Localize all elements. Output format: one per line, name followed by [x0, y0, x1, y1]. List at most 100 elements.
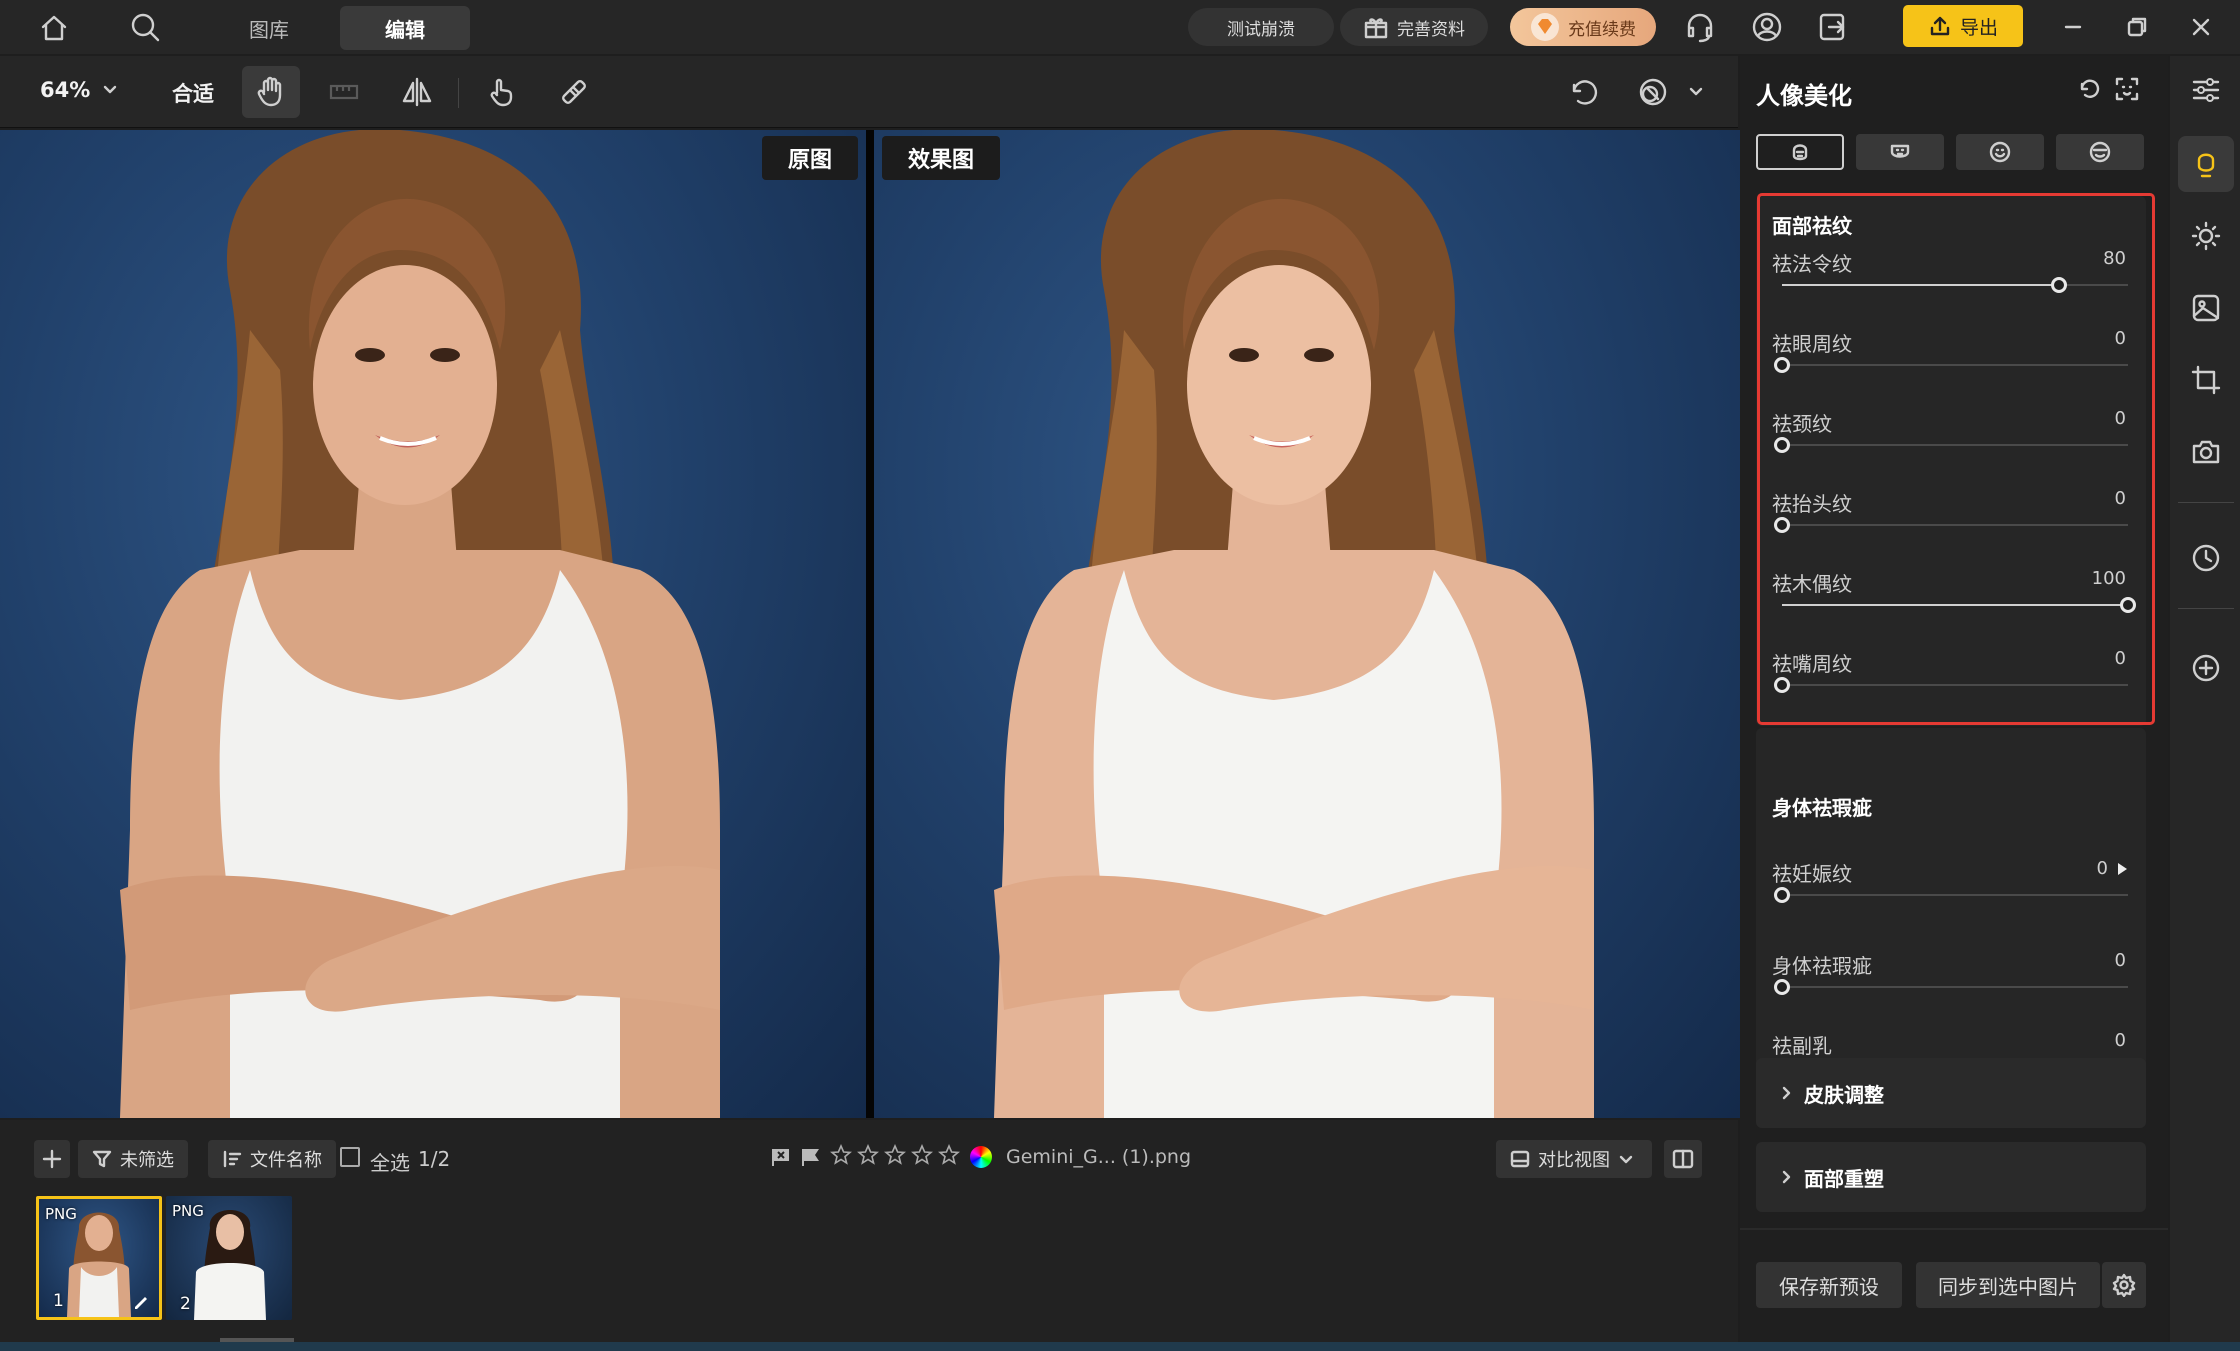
compare-view-dropdown[interactable]: 对比视图 — [1496, 1140, 1652, 1178]
slider-knob[interactable] — [1774, 517, 1790, 533]
image-canvas[interactable]: 原图 效果图 — [0, 130, 1740, 1118]
filter-button[interactable]: 未筛选 — [78, 1140, 188, 1178]
rail-divider — [2178, 502, 2234, 503]
slider-value[interactable]: 0 — [2115, 950, 2126, 971]
select-all-checkbox[interactable] — [340, 1147, 360, 1167]
face-scan-icon[interactable] — [2114, 76, 2140, 102]
star-icon[interactable] — [884, 1144, 906, 1166]
slider-knob[interactable] — [2050, 277, 2067, 293]
slider-value[interactable]: 100 — [2092, 568, 2126, 589]
sort-icon — [222, 1149, 242, 1169]
chevron-down-icon[interactable] — [1686, 82, 1706, 102]
star-icon[interactable] — [938, 1144, 960, 1166]
adjustments-icon[interactable] — [2178, 62, 2234, 118]
history-icon[interactable] — [2178, 530, 2234, 586]
slider-value[interactable]: 0 — [2115, 488, 2126, 509]
slider-value[interactable]: 0 — [2115, 1030, 2126, 1051]
touch-icon[interactable] — [472, 66, 530, 118]
settings-button[interactable] — [2102, 1262, 2146, 1308]
undo-icon[interactable] — [1554, 66, 1612, 118]
recharge-button[interactable]: 充值续费 — [1510, 8, 1656, 46]
brightness-icon[interactable] — [2178, 208, 2234, 264]
slider-track[interactable] — [1782, 277, 2128, 293]
restore-icon[interactable] — [2122, 12, 2152, 42]
slider-knob[interactable] — [1774, 979, 1790, 995]
crash-test-button[interactable]: 测试崩溃 — [1188, 8, 1334, 46]
slider-track[interactable] — [1774, 517, 2128, 533]
flag-icon[interactable] — [770, 1146, 792, 1168]
star-icon[interactable] — [857, 1144, 879, 1166]
slider-label: 祛副乳 — [1772, 1034, 1832, 1058]
close-icon[interactable] — [2186, 12, 2216, 42]
tab-expression[interactable] — [1956, 134, 2044, 170]
zoom-level[interactable]: 64% — [40, 78, 90, 102]
tab-face-shape[interactable] — [1856, 134, 1944, 170]
split-view-button[interactable] — [1664, 1140, 1702, 1178]
section-title: 身体祛瑕疵 — [1772, 796, 1872, 820]
crop-icon[interactable] — [2178, 352, 2234, 408]
slider-knob[interactable] — [1774, 887, 1790, 903]
gear-icon — [2112, 1273, 2136, 1297]
slider-track[interactable] — [1774, 887, 2128, 903]
flag-pick-icon[interactable] — [800, 1146, 822, 1168]
hand-tool-icon[interactable] — [242, 66, 300, 118]
slider-track[interactable] — [1774, 357, 2128, 373]
export-label: 导出 — [1959, 16, 1998, 39]
add-tool-icon[interactable] — [2178, 640, 2234, 696]
headset-icon[interactable] — [1683, 10, 1717, 44]
slider-track[interactable] — [1782, 597, 2136, 613]
tab-face-wrinkle[interactable] — [1756, 134, 1844, 170]
star-icon[interactable] — [911, 1144, 933, 1166]
home-icon[interactable] — [38, 12, 70, 44]
minimize-icon[interactable] — [2058, 12, 2088, 42]
tab-makeup[interactable] — [2056, 134, 2144, 170]
slider-value[interactable]: 80 — [2103, 248, 2126, 269]
star-rating[interactable] — [830, 1144, 960, 1166]
slider-track[interactable] — [1774, 677, 2128, 693]
slider-track[interactable] — [1774, 979, 2128, 995]
slider-knob[interactable] — [1774, 357, 1790, 373]
thumbnail-1[interactable]: PNG 1 — [36, 1196, 162, 1320]
select-all-label[interactable]: 全选 — [370, 1147, 410, 1176]
slider-knob[interactable] — [1774, 677, 1790, 693]
toolbar-divider — [458, 78, 459, 108]
portrait-beauty-icon[interactable] — [2178, 136, 2234, 192]
slider-value[interactable]: 0 — [2097, 858, 2108, 879]
skin-adjust-section[interactable]: 皮肤调整 — [1756, 1058, 2146, 1128]
slider-value[interactable]: 0 — [2115, 408, 2126, 429]
slider-value[interactable]: 0 — [2115, 328, 2126, 349]
split-divider[interactable] — [866, 130, 874, 1118]
tab-edit[interactable]: 编辑 — [340, 6, 470, 50]
reset-icon[interactable] — [2076, 76, 2102, 102]
star-icon[interactable] — [830, 1144, 852, 1166]
sync-selected-button[interactable]: 同步到选中图片 — [1916, 1262, 2100, 1308]
slider-knob[interactable] — [1774, 437, 1790, 453]
sign-out-icon[interactable] — [1816, 10, 1850, 44]
tool-rail — [2170, 56, 2240, 1342]
slider-knob[interactable] — [2120, 597, 2136, 613]
slider-value[interactable]: 0 — [2115, 648, 2126, 669]
camera-icon[interactable] — [2178, 424, 2234, 480]
flip-icon[interactable] — [388, 66, 446, 118]
slider-track[interactable] — [1774, 437, 2128, 453]
sort-button[interactable]: 文件名称 — [208, 1140, 336, 1178]
export-button[interactable]: 导出 — [1903, 5, 2023, 47]
fit-button[interactable]: 合适 — [172, 78, 214, 108]
thumbnail-2[interactable]: PNG 2 — [166, 1196, 292, 1320]
search-icon[interactable] — [128, 10, 162, 44]
color-label-icon[interactable] — [970, 1146, 992, 1168]
add-button[interactable] — [34, 1140, 70, 1178]
compare-mode-icon[interactable] — [1624, 66, 1682, 118]
complete-info-button[interactable]: 完善资料 — [1340, 8, 1488, 46]
image-edit-icon[interactable] — [2178, 280, 2234, 336]
eraser-icon[interactable] — [545, 66, 603, 118]
play-icon[interactable] — [2116, 862, 2128, 876]
ruler-icon[interactable] — [315, 66, 373, 118]
chevron-down-icon[interactable] — [100, 80, 120, 100]
save-preset-button[interactable]: 保存新预设 — [1756, 1262, 1902, 1308]
file-name: Gemini_G... (1).png — [1006, 1146, 1192, 1168]
result-image: 效果图 — [874, 130, 1740, 1118]
user-icon[interactable] — [1750, 10, 1784, 44]
face-reshape-section[interactable]: 面部重塑 — [1756, 1142, 2146, 1212]
tab-library[interactable]: 图库 — [204, 6, 334, 50]
